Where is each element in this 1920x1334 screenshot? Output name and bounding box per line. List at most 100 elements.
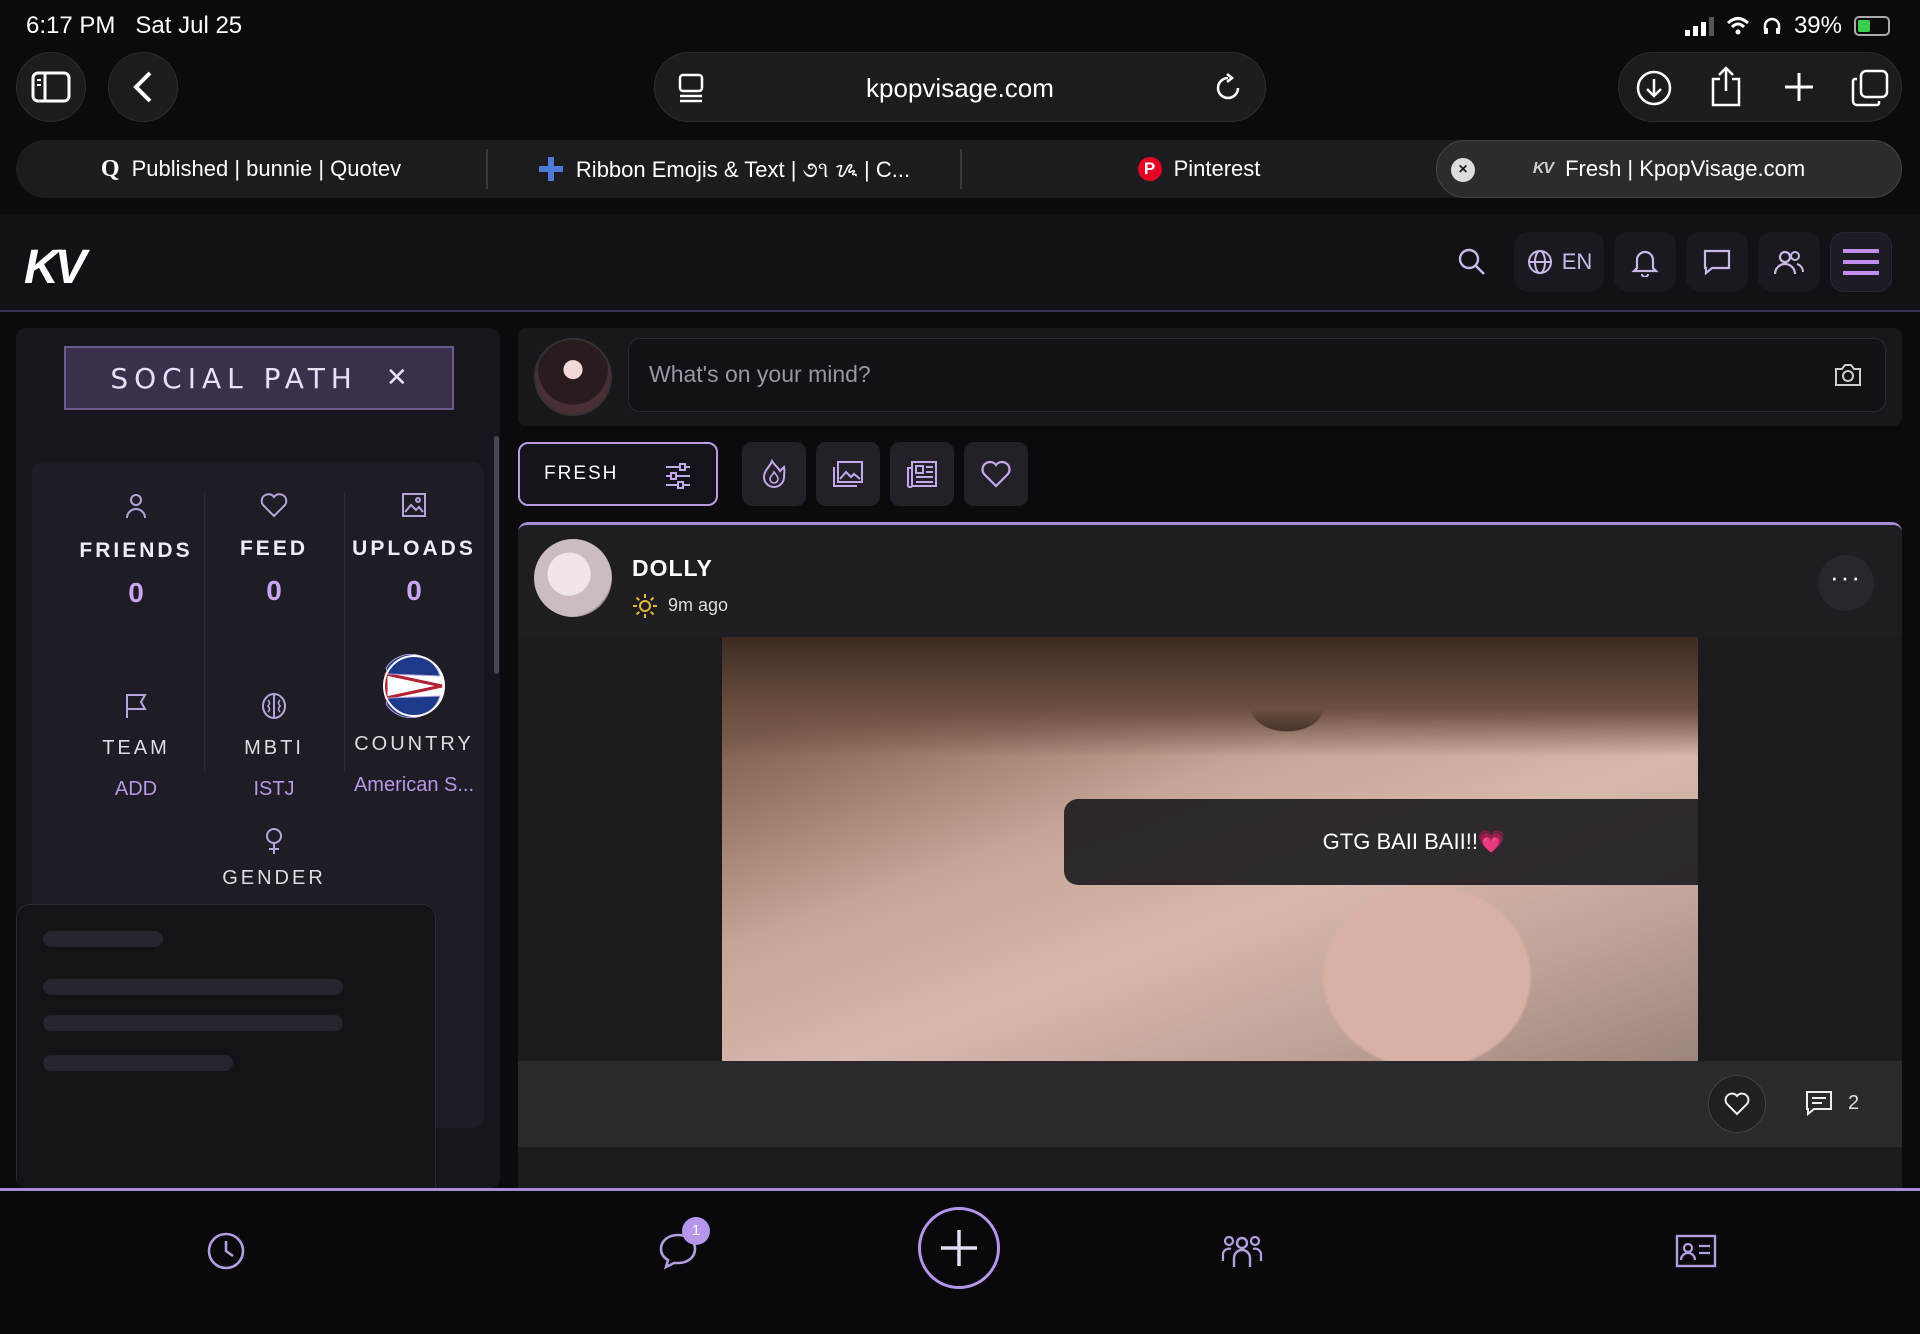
share-icon[interactable] bbox=[1709, 65, 1743, 107]
history-button[interactable] bbox=[196, 1221, 256, 1281]
profile-label: COUNTRY bbox=[354, 733, 474, 755]
post-actions: 2 bbox=[518, 1061, 1902, 1147]
image-icon bbox=[402, 493, 426, 517]
reload-icon[interactable] bbox=[1213, 73, 1243, 103]
country-flag-icon bbox=[383, 653, 445, 719]
photo-hair-shade bbox=[722, 637, 1698, 757]
language-button[interactable]: EN bbox=[1514, 232, 1604, 292]
chat-button[interactable]: 1 bbox=[648, 1217, 710, 1281]
profile-mbti[interactable]: MBTI ISTJ bbox=[204, 684, 344, 801]
kv-icon: KV bbox=[1532, 160, 1554, 177]
like-button[interactable] bbox=[1708, 1075, 1766, 1133]
tab-label: Published | bunnie | Quotev bbox=[131, 156, 402, 181]
status-input[interactable]: What's on your mind? bbox=[628, 338, 1886, 412]
comments-button[interactable]: 2 bbox=[1804, 1089, 1859, 1117]
create-post-button[interactable] bbox=[918, 1207, 1000, 1289]
tab-label: Ribbon Emojis & Text | ૭૧ ᝰ | C... bbox=[575, 157, 911, 182]
wifi-icon bbox=[1726, 17, 1749, 35]
friends-button[interactable] bbox=[1758, 232, 1820, 292]
brain-icon bbox=[262, 693, 286, 719]
tab-ribbon-emojis[interactable]: Ribbon Emojis & Text | ૭૧ ᝰ | C... bbox=[488, 140, 960, 198]
chat-badge: 1 bbox=[682, 1217, 710, 1245]
tab-label: Pinterest bbox=[1173, 156, 1261, 181]
hamburger-icon bbox=[1843, 249, 1879, 275]
tab-kpopvisage-active[interactable]: × KV Fresh | KpopVisage.com bbox=[1436, 140, 1902, 198]
fresh-label: FRESH bbox=[544, 463, 619, 484]
user-icon bbox=[126, 494, 146, 519]
community-button[interactable] bbox=[1212, 1221, 1272, 1281]
profile-country[interactable]: COUNTRY American S... bbox=[328, 653, 500, 797]
clock-icon bbox=[207, 1232, 245, 1270]
social-path-button[interactable]: SOCIAL PATH ✕ bbox=[64, 346, 454, 410]
comment-icon bbox=[1806, 1091, 1832, 1117]
search-button[interactable] bbox=[1440, 232, 1504, 292]
pinterest-icon: P bbox=[1137, 157, 1162, 181]
status-indicators: 39% bbox=[1684, 12, 1890, 40]
post-photo[interactable]: GTG BAII BAII!!💗 bbox=[722, 637, 1698, 1061]
tab-quotev[interactable]: Q Published | bunnie | Quotev bbox=[16, 140, 486, 198]
site-logo[interactable]: KV bbox=[24, 240, 87, 295]
post-header: DOLLY 9m ago ··· bbox=[518, 525, 1902, 637]
profile-team[interactable]: TEAM ADD bbox=[66, 684, 206, 801]
address-bar[interactable]: kpopvisage.com bbox=[654, 52, 1266, 122]
new-tab-icon[interactable] bbox=[1783, 71, 1815, 103]
tab-pinterest[interactable]: P Pinterest bbox=[962, 140, 1436, 198]
plus-cross-icon bbox=[538, 157, 563, 181]
skeleton-line bbox=[43, 979, 343, 995]
sidebar-scrollbar[interactable] bbox=[494, 436, 499, 674]
battery-percent: 39% bbox=[1793, 12, 1842, 39]
close-icon[interactable]: ✕ bbox=[386, 363, 408, 393]
post-author[interactable]: DOLLY bbox=[632, 555, 713, 582]
tabs-overview-icon[interactable] bbox=[1851, 69, 1889, 107]
social-path-sidebar: SOCIAL PATH ✕ FRIENDS 0 FEED 0 UPLOADS 0 bbox=[16, 328, 500, 1188]
profile-gender[interactable]: GENDER bbox=[204, 826, 344, 890]
post-options-button[interactable]: ··· bbox=[1818, 555, 1874, 611]
back-button[interactable] bbox=[108, 52, 178, 122]
articles-filter-button[interactable] bbox=[890, 442, 954, 506]
tab-label: Fresh | KpopVisage.com bbox=[1565, 156, 1806, 181]
menu-button[interactable] bbox=[1830, 232, 1892, 292]
stat-value: 0 bbox=[406, 575, 422, 606]
download-icon[interactable] bbox=[1635, 69, 1673, 107]
screen: 6:17 PM Sat Jul 25 39% kpopvisage.com Q … bbox=[0, 0, 1920, 1334]
language-code: EN bbox=[1561, 249, 1593, 274]
toolbar-actions bbox=[1618, 52, 1902, 122]
stat-feed[interactable]: FEED 0 bbox=[204, 492, 344, 607]
sliders-icon bbox=[666, 463, 690, 489]
sidebar-icon bbox=[31, 71, 71, 103]
sidebar-toggle-button[interactable] bbox=[16, 52, 86, 122]
sun-badge-icon bbox=[633, 594, 657, 618]
stat-value: 0 bbox=[128, 577, 144, 608]
images-filter-button[interactable] bbox=[816, 442, 880, 506]
notifications-button[interactable] bbox=[1614, 232, 1676, 292]
stat-friends[interactable]: FRIENDS 0 bbox=[66, 492, 206, 609]
stat-uploads[interactable]: UPLOADS 0 bbox=[344, 492, 484, 607]
status-input-placeholder: What's on your mind? bbox=[649, 361, 871, 387]
liked-filter-button[interactable] bbox=[964, 442, 1028, 506]
fresh-filter-button[interactable]: FRESH bbox=[518, 442, 718, 506]
female-icon bbox=[266, 828, 282, 854]
messages-button[interactable] bbox=[1686, 232, 1748, 292]
stat-label: UPLOADS bbox=[352, 537, 476, 560]
heart-icon bbox=[1724, 1092, 1750, 1116]
browser-toolbar: kpopvisage.com bbox=[0, 52, 1920, 130]
avatar[interactable] bbox=[534, 338, 612, 416]
profile-card-button[interactable] bbox=[1666, 1221, 1726, 1281]
loading-card bbox=[16, 904, 436, 1188]
signal-icon bbox=[1684, 16, 1714, 36]
camera-icon[interactable] bbox=[1833, 361, 1863, 389]
comment-count: 2 bbox=[1848, 1091, 1860, 1114]
heart-icon bbox=[981, 460, 1011, 488]
skeleton-line bbox=[43, 931, 163, 947]
skeleton-line bbox=[43, 1055, 233, 1071]
close-tab-icon[interactable]: × bbox=[1451, 158, 1475, 182]
flame-icon bbox=[762, 459, 786, 489]
hot-filter-button[interactable] bbox=[742, 442, 806, 506]
profile-label: GENDER bbox=[222, 867, 326, 889]
stat-label: FEED bbox=[239, 537, 308, 560]
profile-value: American S... bbox=[353, 774, 475, 796]
avatar[interactable] bbox=[534, 539, 612, 617]
message-icon bbox=[1703, 249, 1731, 276]
stat-label: FRIENDS bbox=[79, 539, 193, 562]
social-path-title: SOCIAL PATH bbox=[110, 361, 358, 395]
